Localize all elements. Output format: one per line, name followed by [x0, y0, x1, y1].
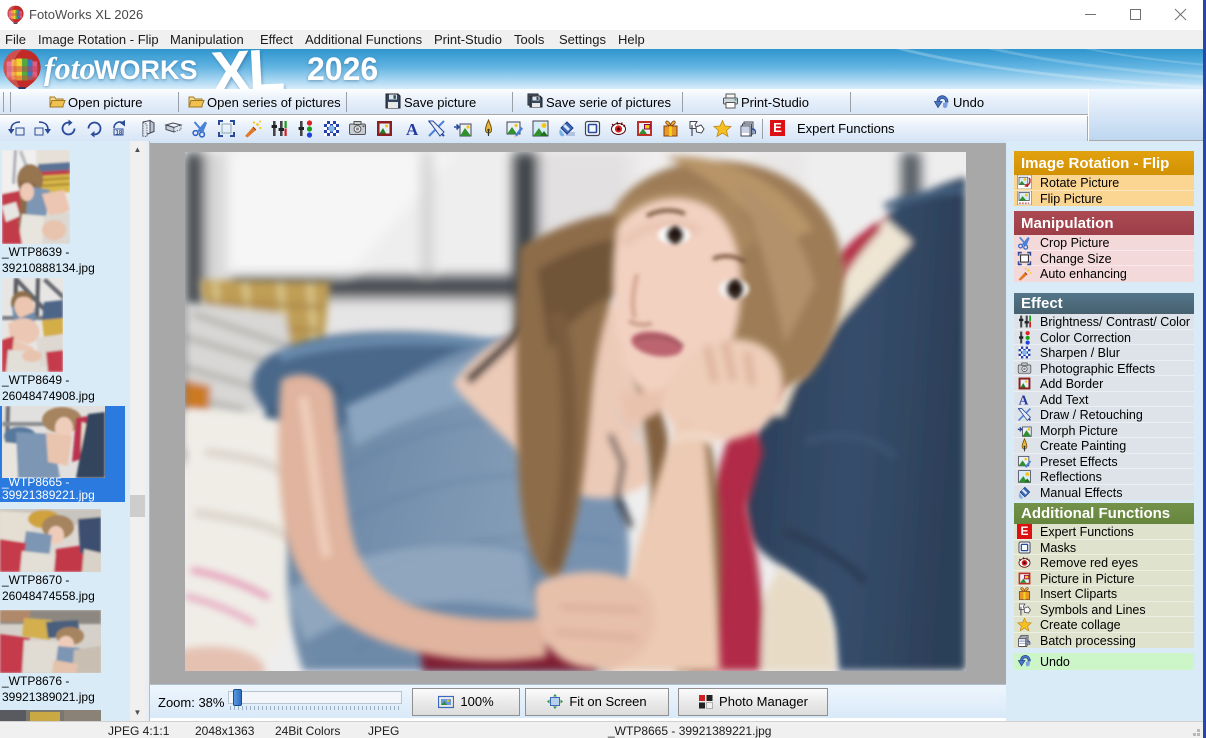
svg-text:18: 18: [116, 131, 123, 137]
svg-text:A: A: [1019, 392, 1029, 406]
svg-text:A: A: [406, 120, 419, 138]
